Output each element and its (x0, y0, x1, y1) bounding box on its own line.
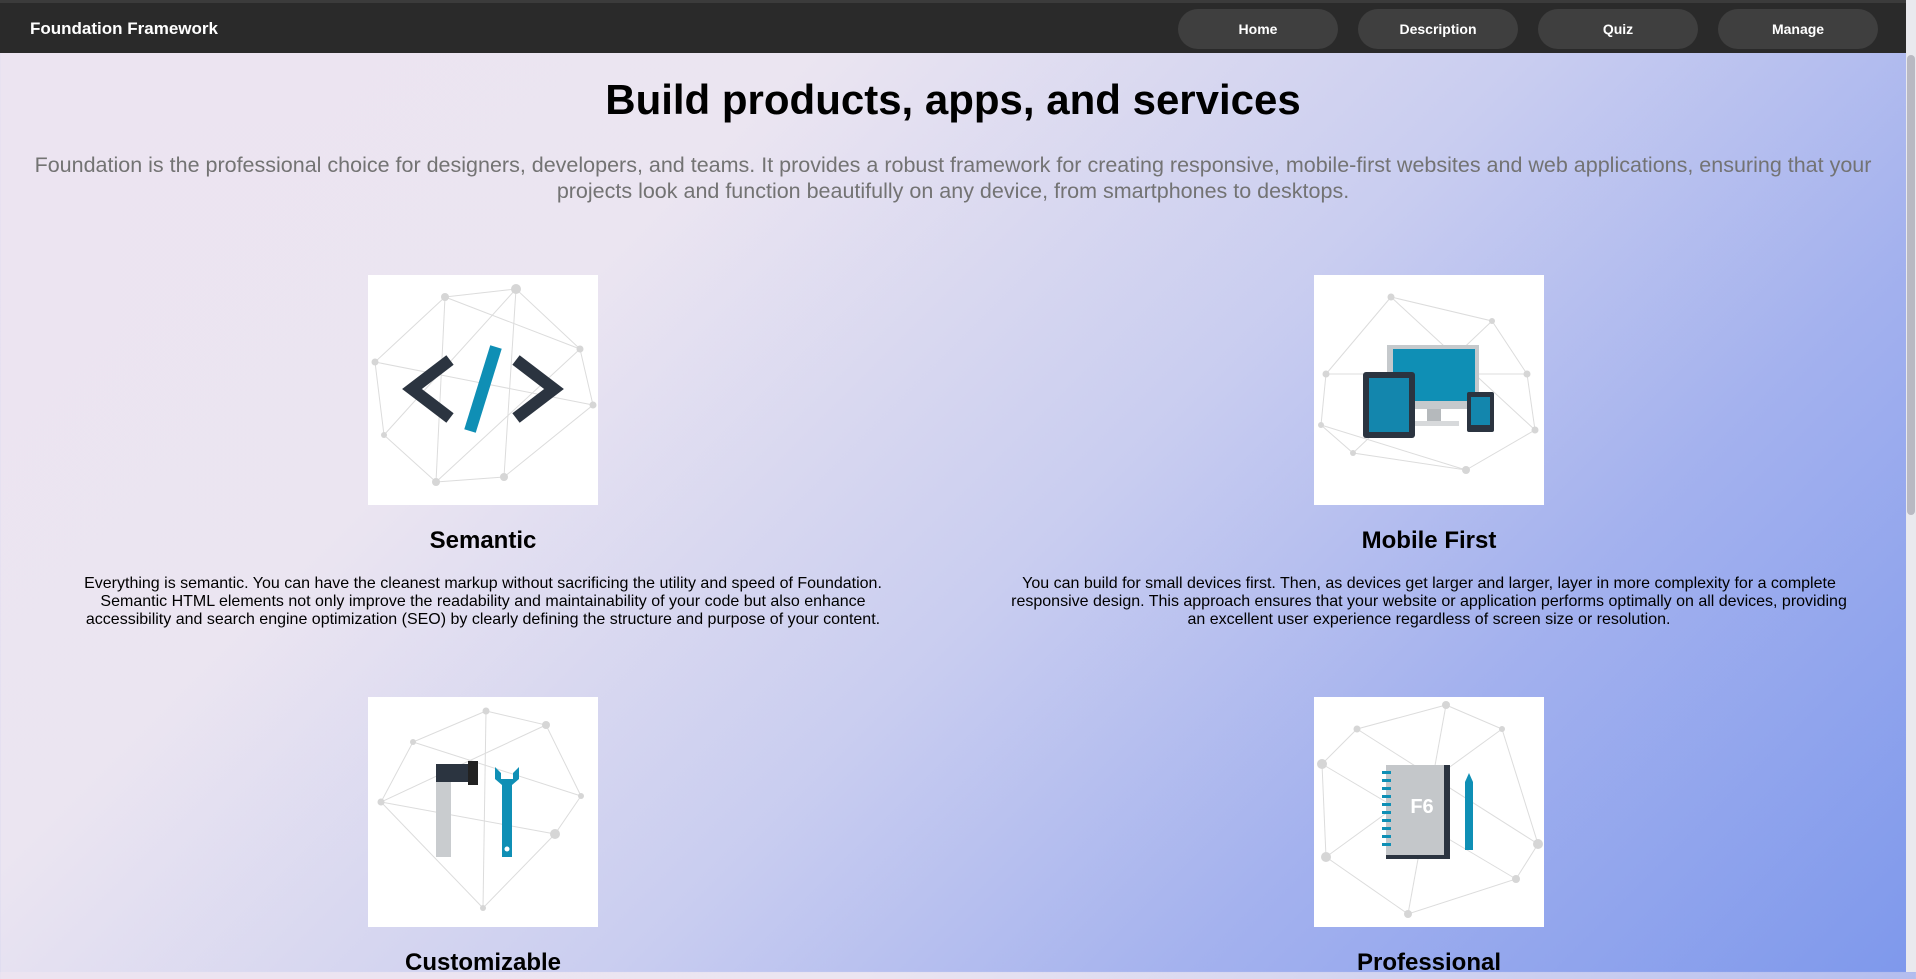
code-icon (371, 284, 597, 486)
feature-image-mobile-first (1314, 275, 1544, 505)
feature-title-customizable: Customizable (404, 949, 562, 976)
brand-logo-text[interactable]: Foundation Framework (30, 19, 218, 39)
feature-title-professional: Professional (1356, 949, 1502, 976)
feature-card-semantic: Semantic Everything is semantic. You can… (53, 275, 913, 629)
feature-image-customizable (368, 697, 598, 927)
hero-title: Build products, apps, and services (605, 76, 1301, 123)
hero-description: Foundation is the professional choice fo… (34, 153, 1872, 203)
page-scrollbar[interactable] (1906, 0, 1916, 972)
nav-description-button[interactable]: Description (1358, 9, 1518, 49)
nav-quiz-button[interactable]: Quiz (1538, 9, 1698, 49)
feature-text-semantic: Everything is semantic. You can have the… (84, 575, 882, 628)
nav-home-button[interactable]: Home (1178, 9, 1338, 49)
feature-title-mobile-first: Mobile First (1361, 527, 1497, 554)
feature-card-mobile-first: Mobile First You can build for small dev… (999, 275, 1859, 629)
top-navbar: Foundation Framework Home Description Qu… (0, 0, 1906, 53)
feature-card-customizable: Customizable (53, 697, 913, 979)
feature-title-semantic: Semantic (429, 527, 537, 554)
feature-image-professional: F6 (1314, 697, 1544, 927)
scrollbar-thumb[interactable] (1907, 55, 1915, 515)
feature-card-professional: F6 Professional (999, 697, 1859, 979)
main-nav: Home Description Quiz Manage (1178, 9, 1878, 49)
notebook-icon: F6 (1317, 701, 1543, 918)
feature-image-semantic (368, 275, 598, 505)
devices-icon (1318, 293, 1539, 474)
tools-icon (377, 707, 584, 911)
feature-text-mobile-first: You can build for small devices first. T… (1011, 575, 1847, 628)
nav-manage-button[interactable]: Manage (1718, 9, 1878, 49)
notebook-label: F6 (1410, 796, 1433, 818)
